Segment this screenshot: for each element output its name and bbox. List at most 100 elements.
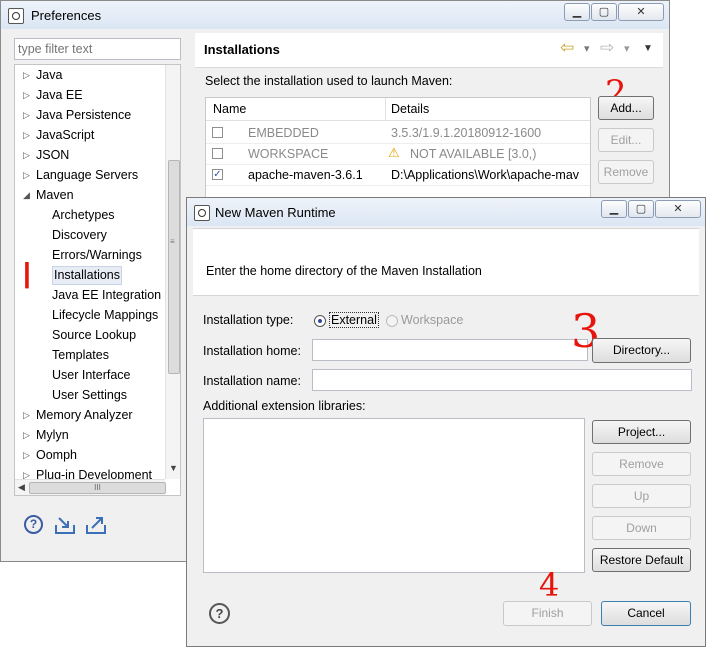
extension-libraries-label: Additional extension libraries: [203, 399, 366, 413]
finish-button[interactable]: Finish [503, 601, 592, 626]
workspace-radio[interactable] [386, 315, 398, 327]
up-button[interactable]: Up [592, 484, 691, 508]
tree-item[interactable]: User Interface [15, 365, 165, 385]
minimize-button[interactable]: ▁ [564, 3, 590, 21]
tree-item[interactable]: Installations [15, 265, 165, 285]
page-description: Select the installation used to launch M… [205, 74, 453, 88]
directory-button[interactable]: Directory... [592, 338, 691, 363]
preferences-title: Preferences [31, 8, 102, 23]
table-row[interactable]: WORKSPACE ⚠ NOT AVAILABLE [3.0,) [206, 143, 590, 165]
tree-item[interactable]: ▷ Java [15, 65, 165, 85]
external-radio-dot [318, 319, 322, 323]
back-dropdown-icon[interactable]: ▾ [584, 42, 590, 55]
external-radio-label[interactable]: External [329, 312, 379, 328]
collapsed-twisty-icon[interactable]: ▷ [23, 145, 30, 165]
edit-button[interactable]: Edit... [598, 128, 654, 152]
filter-input[interactable] [14, 38, 181, 60]
tree-item-label: Language Servers [36, 168, 139, 182]
tree-item-label: Maven [36, 188, 74, 202]
tree-item-label: Lifecycle Mappings [52, 308, 159, 322]
table-row[interactable]: EMBEDDED 3.5.3/1.9.1.20180912-1600 [206, 122, 590, 144]
installations-table[interactable]: Name Details EMBEDDED 3.5.3/1.9.1.2018091… [205, 97, 591, 207]
row-name: apache-maven-3.6.1 [248, 168, 363, 182]
remove-library-button[interactable]: Remove [592, 452, 691, 476]
down-button[interactable]: Down [592, 516, 691, 540]
project-button[interactable]: Project... [592, 420, 691, 444]
workspace-radio-label[interactable]: Workspace [401, 313, 463, 327]
dialog-titlebar: New Maven Runtime ▁ ▢ ✕ [187, 198, 705, 226]
tree-scroll-thumb[interactable]: ≡ [168, 160, 180, 374]
row-name: WORKSPACE [248, 147, 329, 161]
row-checkbox[interactable]: ✓ [212, 169, 223, 180]
hscroll-grip: III [94, 483, 101, 492]
remove-installation-button[interactable]: Remove [598, 160, 654, 184]
row-details: D:\Applications\Work\apache-mav [391, 168, 580, 182]
add-button[interactable]: Add... [598, 96, 654, 120]
tree-item[interactable]: Lifecycle Mappings [15, 305, 165, 325]
tree-item[interactable]: ◢ Maven [15, 185, 165, 205]
tree-item[interactable]: ▷ Memory Analyzer [15, 405, 165, 425]
export-icon[interactable] [85, 515, 107, 535]
restore-default-button[interactable]: Restore Default [592, 548, 691, 572]
installation-name-label: Installation name: [203, 374, 301, 388]
tree-hscroll-thumb[interactable]: III [29, 482, 166, 494]
tree-item[interactable]: Discovery [15, 225, 165, 245]
forward-dropdown-icon[interactable]: ▾ [624, 42, 630, 55]
background-strip [670, 0, 708, 197]
scroll-left-arrow-icon[interactable]: ◀ [18, 482, 25, 493]
scroll-down-arrow-icon[interactable]: ▼ [169, 463, 178, 473]
tree-item[interactable]: User Settings [15, 385, 165, 405]
extension-libraries-list[interactable] [203, 418, 585, 573]
tree-item[interactable]: ▷ Java Persistence [15, 105, 165, 125]
installation-home-input[interactable] [312, 339, 588, 361]
col-header-details[interactable]: Details [391, 102, 429, 116]
tree-item[interactable]: Source Lookup [15, 325, 165, 345]
collapsed-twisty-icon[interactable]: ▷ [23, 425, 30, 445]
tree-item[interactable]: ▷ Oomph [15, 445, 165, 465]
row-checkbox[interactable] [212, 148, 223, 159]
collapsed-twisty-icon[interactable]: ▷ [23, 165, 30, 185]
dialog-help-icon[interactable]: ? [209, 603, 230, 624]
close-button[interactable]: ✕ [618, 3, 664, 21]
cancel-button[interactable]: Cancel [601, 601, 691, 626]
external-radio[interactable] [314, 315, 326, 327]
warning-icon: ⚠ [388, 145, 400, 160]
collapsed-twisty-icon[interactable]: ▷ [23, 65, 30, 85]
dialog-message: Enter the home directory of the Maven In… [206, 264, 482, 278]
dialog-close-button[interactable]: ✕ [655, 200, 701, 218]
table-row[interactable]: ✓ apache-maven-3.6.1 D:\Applications\Work\… [206, 164, 590, 186]
forward-arrow-icon[interactable]: ⇨ [600, 38, 614, 58]
collapsed-twisty-icon[interactable]: ▷ [23, 405, 30, 425]
view-menu-icon[interactable]: ▼ [643, 43, 653, 54]
col-header-name[interactable]: Name [213, 102, 246, 116]
collapsed-twisty-icon[interactable]: ▷ [23, 85, 30, 105]
dialog-maximize-button[interactable]: ▢ [628, 200, 654, 218]
installation-name-input[interactable] [312, 369, 692, 391]
tree-item[interactable]: ▷ Java EE [15, 85, 165, 105]
help-icon[interactable]: ? [24, 515, 43, 534]
preferences-titlebar: Preferences ▁ ▢ ✕ [1, 1, 669, 29]
expanded-twisty-icon[interactable]: ◢ [23, 185, 30, 205]
collapsed-twisty-icon[interactable]: ▷ [23, 125, 30, 145]
tree-item[interactable]: Java EE Integration [15, 285, 165, 305]
tree-item[interactable]: Errors/Warnings [15, 245, 165, 265]
maximize-button[interactable]: ▢ [591, 3, 617, 21]
tree-item[interactable]: Archetypes [15, 205, 165, 225]
tree-item[interactable]: ▷ JavaScript [15, 125, 165, 145]
tree-horizontal-scrollbar[interactable]: ◀ III [15, 479, 166, 495]
back-arrow-icon[interactable]: ⇦ [560, 38, 574, 58]
collapsed-twisty-icon[interactable]: ▷ [23, 105, 30, 125]
preferences-tree[interactable]: ▷ Java ▷ Java EE ▷ Java Persistence ▷ JavaScrip… [14, 64, 181, 496]
tree-item-label: Source Lookup [52, 328, 137, 342]
tree-item-label: Errors/Warnings [52, 248, 142, 262]
collapsed-twisty-icon[interactable]: ▷ [23, 445, 30, 465]
tree-item[interactable]: ▷ Language Servers [15, 165, 165, 185]
tree-vertical-scrollbar[interactable]: ≡ ▼ [165, 65, 180, 479]
row-details: 3.5.3/1.9.1.20180912-1600 [391, 126, 542, 140]
tree-item[interactable]: ▷ JSON [15, 145, 165, 165]
import-icon[interactable] [54, 515, 76, 535]
tree-item[interactable]: ▷ Mylyn [15, 425, 165, 445]
tree-item[interactable]: Templates [15, 345, 165, 365]
dialog-minimize-button[interactable]: ▁ [601, 200, 627, 218]
row-checkbox[interactable] [212, 127, 223, 138]
